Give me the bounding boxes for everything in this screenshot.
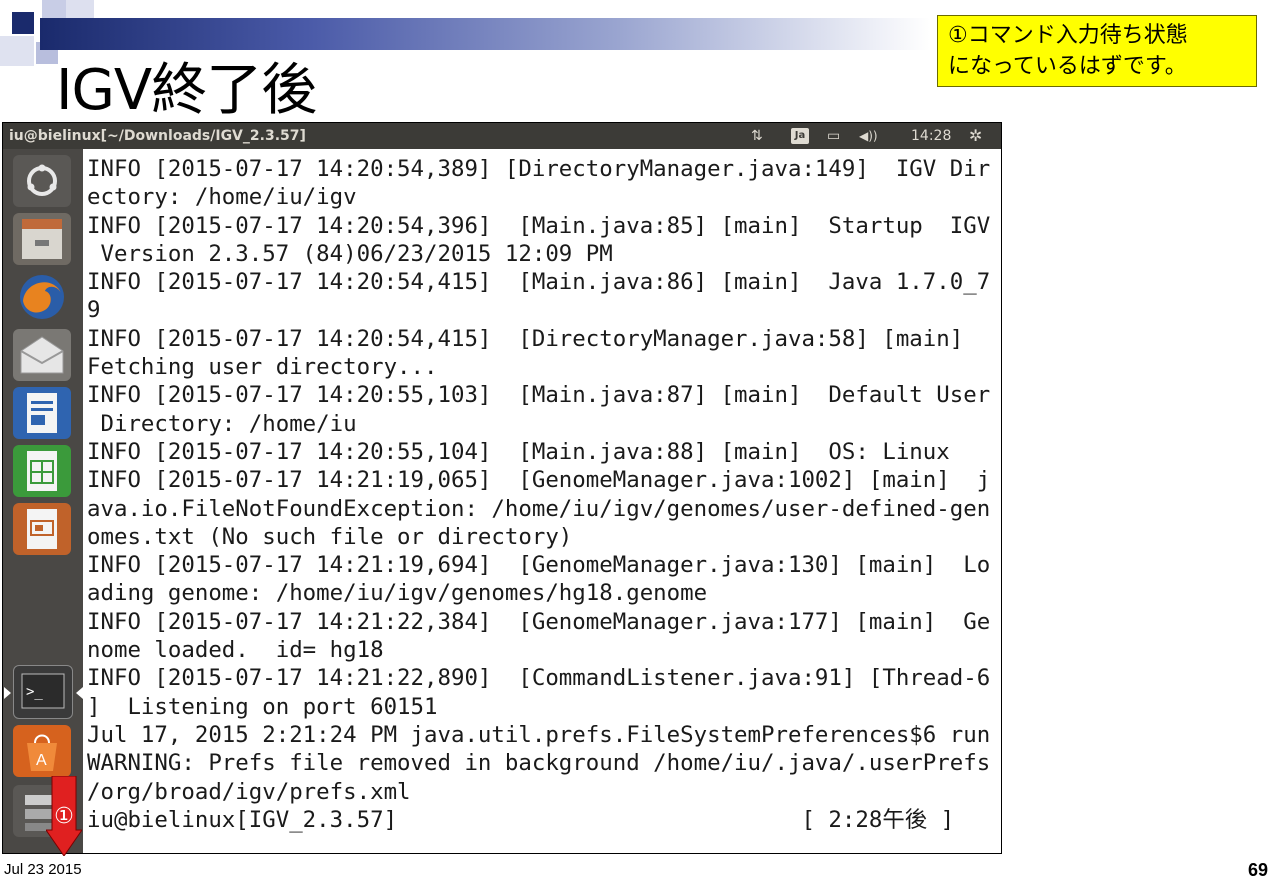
clock[interactable]: 14:28 (911, 123, 951, 149)
dash-icon[interactable] (13, 155, 71, 207)
terminal-line: ading genome: /home/iu/igv/genomes/hg18.… (87, 580, 708, 607)
callout-line-1: ①コマンド入力待ち状態 (948, 23, 1188, 48)
terminal-line: Fetching user directory... (87, 354, 438, 381)
mail-icon[interactable] (13, 329, 71, 381)
terminal-line: ava.io.FileNotFoundException: /home/iu/i… (87, 495, 991, 522)
terminal-line: INFO [2015-07-17 14:20:54,415] [Main.jav… (87, 269, 991, 296)
writer-icon[interactable] (13, 387, 71, 439)
terminal-line: INFO [2015-07-17 14:20:54,389] [Director… (87, 156, 991, 182)
callout-line-2: になっているはずです。 (948, 54, 1187, 79)
page-number: 69 (1247, 860, 1268, 880)
files-icon[interactable] (13, 213, 71, 265)
terminal-line: 9 (87, 297, 101, 324)
slide-title: IGV終了後 (56, 58, 317, 123)
settings-gear-icon[interactable]: ✲ (969, 123, 982, 149)
volume-icon[interactable]: ◀)) (859, 123, 878, 149)
terminal-line: INFO [2015-07-17 14:20:54,396] [Main.jav… (87, 212, 991, 239)
terminal-line: INFO [2015-07-17 14:20:55,104] [Main.jav… (87, 438, 950, 465)
calc-icon[interactable] (13, 445, 71, 497)
svg-text:>_: >_ (26, 684, 43, 700)
impress-icon[interactable] (13, 503, 71, 555)
callout-box: ①コマンド入力待ち状態 になっているはずです。 (937, 15, 1257, 87)
decoration-square (12, 12, 34, 34)
terminal-line: INFO [2015-07-17 14:21:19,065] [GenomeMa… (87, 467, 991, 494)
terminal-line: Directory: /home/iu (87, 410, 357, 437)
terminal-line: INFO [2015-07-17 14:21:22,890] [CommandL… (87, 665, 991, 692)
keyboard-layout-icon[interactable]: Ja (791, 128, 809, 144)
software-center-icon[interactable]: A (13, 725, 71, 777)
terminal-line: /org/broad/igv/prefs.xml (87, 778, 411, 805)
firefox-icon[interactable] (13, 271, 71, 323)
terminal-screenshot: iu@bielinux[~/Downloads/IGV_2.3.57] ⇅ Ja… (2, 122, 1002, 854)
terminal-output[interactable]: INFO [2015-07-17 14:20:54,389] [Director… (83, 149, 1001, 853)
terminal-line: INFO [2015-07-17 14:20:55,103] [Main.jav… (87, 382, 991, 409)
top-panel: iu@bielinux[~/Downloads/IGV_2.3.57] ⇅ Ja… (3, 123, 1001, 149)
terminal-text: INFO [2015-07-17 14:20:54,389] [Director… (87, 155, 990, 834)
active-app-arrow-icon (4, 687, 11, 699)
terminal-line: WARNING: Prefs file removed in backgroun… (87, 750, 991, 777)
svg-text:A: A (36, 752, 47, 769)
terminal-line: INFO [2015-07-17 14:21:22,384] [GenomeMa… (87, 608, 991, 635)
decoration-square (66, 0, 94, 18)
terminal-icon[interactable]: >_ (13, 665, 73, 719)
marker-label: ① (54, 804, 74, 829)
terminal-line: ectory: /home/iu/igv (87, 184, 357, 211)
terminal-line: Jul 17, 2015 2:21:24 PM java.util.prefs.… (87, 721, 991, 748)
window-title: iu@bielinux[~/Downloads/IGV_2.3.57] (9, 128, 306, 144)
battery-icon[interactable]: ▭ (827, 123, 840, 149)
decoration-square (0, 36, 34, 66)
network-icon[interactable]: ⇅ (751, 123, 763, 149)
terminal-line: iu@bielinux[IGV_2.3.57] [ 2:28午後 ] (87, 806, 955, 833)
terminal-line: Version 2.3.57 (84)06/23/2015 12:09 PM (87, 240, 613, 267)
footer-date: Jul 23 2015 (4, 861, 82, 878)
terminal-line: ] Listening on port 60151 (87, 693, 438, 720)
terminal-line: omes.txt (No such file or directory) (87, 523, 573, 550)
terminal-line: INFO [2015-07-17 14:21:19,694] [GenomeMa… (87, 552, 991, 579)
terminal-line: INFO [2015-07-17 14:20:54,415] [Director… (87, 325, 964, 352)
unity-launcher: >_ A (3, 149, 83, 853)
title-bar-gradient (40, 18, 930, 50)
terminal-line: nome loaded. id= hg18 (87, 637, 384, 664)
